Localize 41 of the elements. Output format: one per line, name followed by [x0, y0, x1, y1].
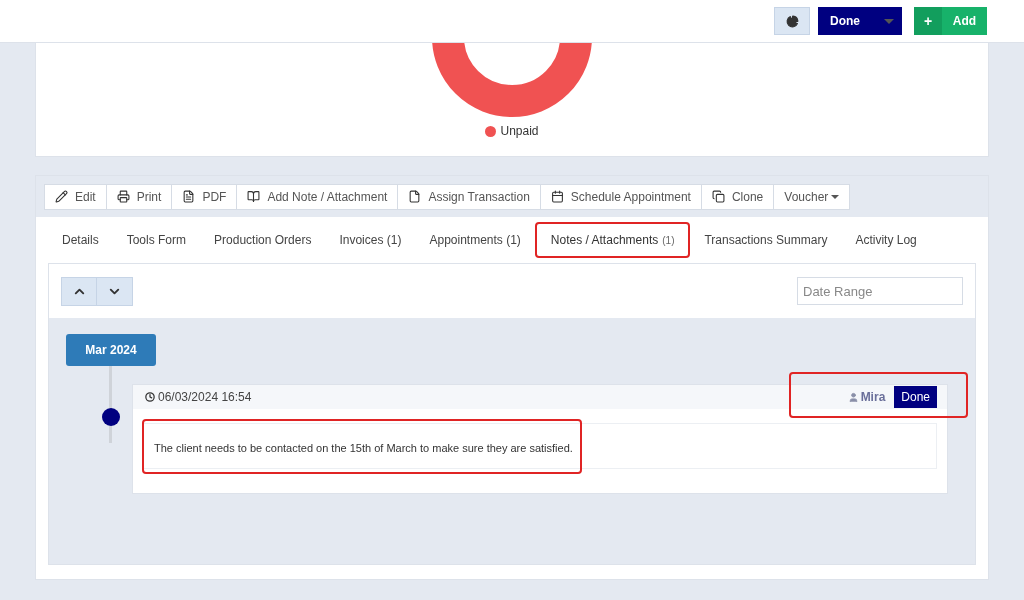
move-up-button[interactable]	[61, 276, 97, 306]
tab[interactable]: Invoices (1)	[325, 222, 416, 258]
tab[interactable]: Appointments (1)	[415, 222, 535, 258]
user-icon	[847, 391, 859, 403]
clone-icon	[711, 190, 725, 203]
toolbar-button[interactable]: Schedule Appointment	[539, 183, 702, 210]
toolbar-button[interactable]: Edit	[44, 183, 107, 210]
caret-icon	[884, 18, 894, 24]
note-text: The client needs to be contacted on the 15th of March to make sure they are satisfied.	[154, 442, 573, 454]
tab[interactable]: Notes / Attachments (1)	[534, 222, 691, 258]
print-icon	[116, 190, 130, 203]
date-range-field[interactable]: Date Range	[797, 277, 963, 305]
pdf-icon	[182, 190, 196, 203]
tab[interactable]: Activity Log	[841, 222, 931, 258]
pie-chart-icon	[785, 14, 799, 28]
toolbar-button[interactable]: Assign Transaction	[397, 183, 541, 210]
tab[interactable]: Tools Form	[112, 222, 201, 258]
assign-icon	[408, 190, 422, 203]
toolbar-button[interactable]: PDF	[171, 183, 238, 210]
chart-toggle-button[interactable]	[774, 7, 810, 35]
tab[interactable]: Transactions Summary	[690, 222, 842, 258]
toolbar-button[interactable]: Voucher	[773, 183, 851, 210]
tab[interactable]: Details	[48, 222, 113, 258]
status-badge: Done	[894, 386, 937, 408]
caret-icon	[831, 194, 840, 199]
add-label: Add	[951, 13, 978, 30]
toolbar-button[interactable]: Clone	[700, 183, 775, 210]
legend-label: Unpaid	[500, 123, 539, 140]
schedule-icon	[550, 190, 564, 203]
edit-icon	[55, 190, 68, 203]
note-author: Mira	[860, 389, 886, 406]
month-label: Mar 2024	[66, 334, 156, 366]
toolbar-button[interactable]: Add Note / Attachment	[236, 183, 399, 210]
toolbar-button[interactable]: Print	[105, 183, 173, 210]
status-dropdown-button[interactable]: Done	[818, 7, 902, 35]
tab[interactable]: Production Orders	[200, 222, 326, 258]
note-icon	[247, 190, 261, 203]
move-down-button[interactable]	[97, 276, 133, 306]
clock-icon	[145, 392, 155, 402]
plus-icon: +	[914, 7, 942, 35]
note-datetime: 06/03/2024 16:54	[158, 389, 252, 406]
